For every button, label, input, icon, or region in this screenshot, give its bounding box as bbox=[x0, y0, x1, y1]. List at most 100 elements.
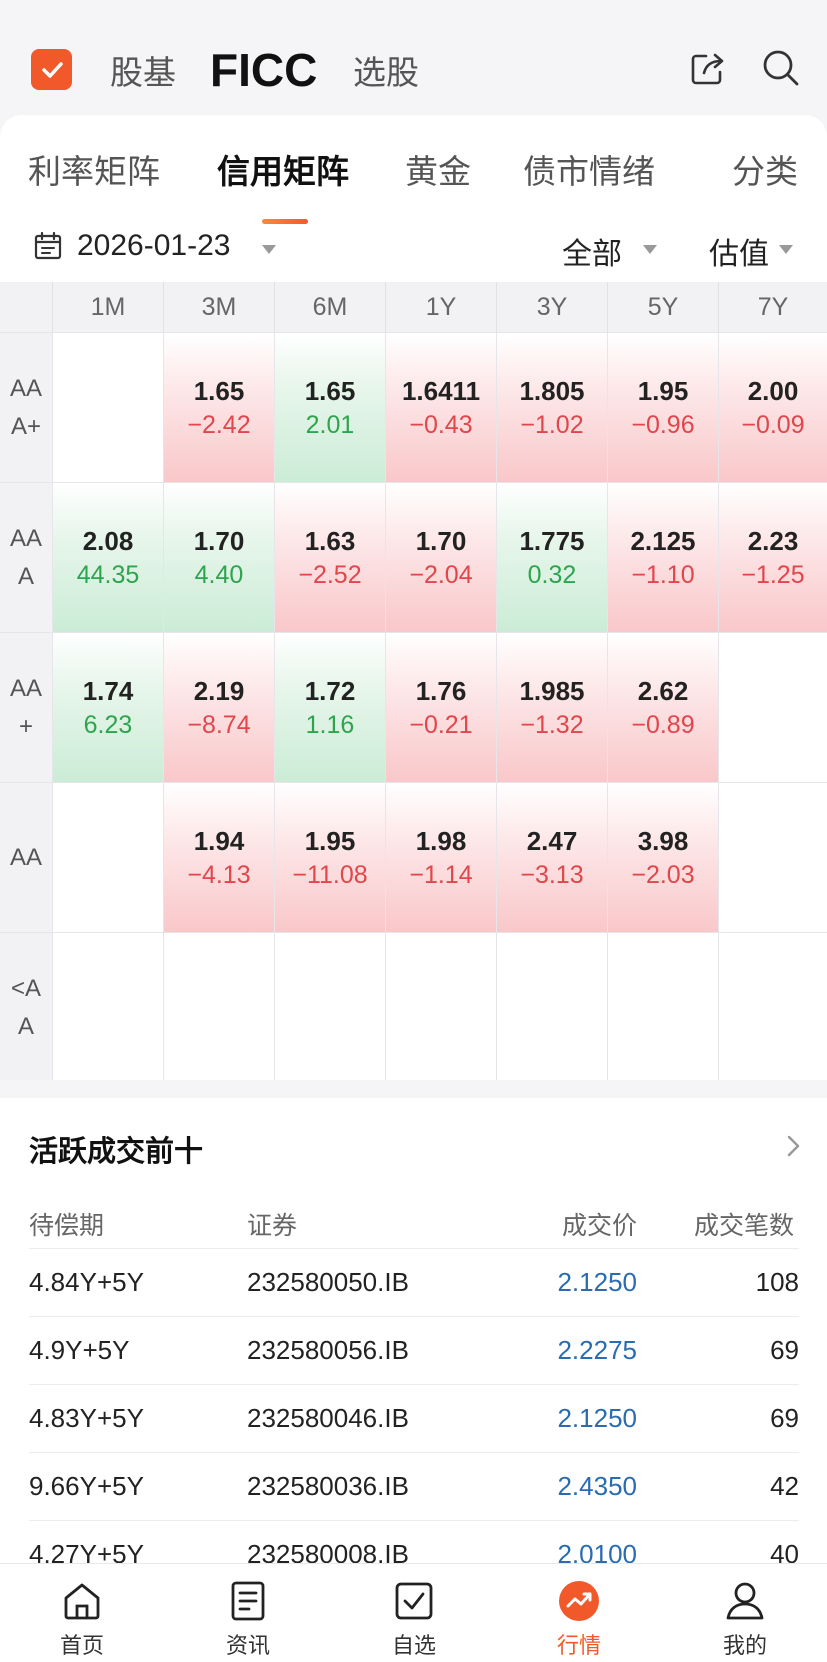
share-icon[interactable] bbox=[686, 46, 730, 90]
col-header-1m: 1M bbox=[52, 282, 163, 332]
scope-filter[interactable]: 全部 bbox=[562, 229, 622, 273]
cell-change: 0.32 bbox=[527, 561, 577, 589]
rating-label-text: AA + bbox=[10, 670, 42, 746]
nav-label: 资讯 bbox=[225, 1634, 270, 1659]
trade-security: 232580050.IB bbox=[247, 1267, 409, 1297]
cell-yield: 2.62 bbox=[637, 676, 689, 706]
chevron-right-icon[interactable] bbox=[786, 1134, 802, 1158]
cell-change: 44.35 bbox=[76, 561, 140, 589]
nav-watchlist[interactable]: 自选 bbox=[354, 1564, 474, 1662]
metric-dropdown-caret-icon[interactable] bbox=[779, 245, 793, 254]
scope-dropdown-caret-icon[interactable] bbox=[643, 245, 657, 254]
date-selector[interactable]: 2026-01-23 bbox=[77, 229, 230, 263]
matrix-cell[interactable]: 2.62 −0.89 bbox=[607, 633, 718, 783]
tab-ficc[interactable]: FICC bbox=[210, 43, 317, 97]
nav-news[interactable]: 资讯 bbox=[188, 1564, 308, 1662]
main-panel: 利率矩阵 信用矩阵 黄金 债市情绪 分类 2026-01-23 全部 估值 1M… bbox=[0, 115, 827, 1662]
search-icon[interactable] bbox=[759, 46, 803, 90]
trade-term: 4.83Y+5Y bbox=[29, 1403, 144, 1433]
matrix-cell[interactable]: 1.775 0.32 bbox=[496, 483, 607, 633]
cell-change: 1.16 bbox=[305, 711, 355, 739]
trade-row[interactable]: 4.83Y+5Y 232580046.IB 2.1250 69 bbox=[29, 1384, 799, 1456]
rating-label-line1: AA bbox=[9, 375, 42, 402]
matrix-cell[interactable]: 1.95 −11.08 bbox=[274, 783, 385, 933]
rating-label: <A A bbox=[0, 933, 52, 1083]
rating-label-line1: AA bbox=[9, 675, 42, 702]
col-header-3y: 3Y bbox=[496, 282, 607, 332]
matrix-cell[interactable]: 1.72 1.16 bbox=[274, 633, 385, 783]
trade-row[interactable]: 4.84Y+5Y 232580050.IB 2.1250 108 bbox=[29, 1248, 799, 1320]
filter-row: 2026-01-23 全部 估值 bbox=[0, 215, 827, 285]
matrix-cell[interactable]: 2.125 −1.10 bbox=[607, 483, 718, 633]
trade-security: 232580056.IB bbox=[247, 1335, 409, 1365]
tab-bond-sentiment[interactable]: 债市情绪 bbox=[523, 145, 655, 193]
rating-label-line1: AA bbox=[9, 525, 42, 552]
matrix-cell bbox=[385, 933, 496, 1083]
tab-rate-matrix[interactable]: 利率矩阵 bbox=[28, 145, 160, 193]
matrix-cell[interactable]: 1.70 4.40 bbox=[163, 483, 274, 633]
sub-tabs: 利率矩阵 信用矩阵 黄金 债市情绪 分类 bbox=[0, 145, 827, 224]
matrix-cell[interactable]: 2.23 −1.25 bbox=[718, 483, 827, 633]
news-icon bbox=[231, 1581, 265, 1621]
rating-label-line2: A+ bbox=[10, 413, 41, 440]
section-title[interactable]: 活跃成交前十 bbox=[29, 1128, 203, 1170]
checkmark-icon bbox=[41, 61, 63, 78]
trade-row[interactable]: 9.66Y+5Y 232580036.IB 2.4350 42 bbox=[29, 1452, 799, 1524]
nav-market[interactable]: 行情 bbox=[519, 1564, 639, 1662]
matrix-cell[interactable]: 2.08 44.35 bbox=[52, 483, 163, 633]
tab-gold[interactable]: 黄金 bbox=[405, 145, 471, 193]
matrix-cell[interactable]: 1.94 −4.13 bbox=[163, 783, 274, 933]
matrix-cell[interactable]: 3.98 −2.03 bbox=[607, 783, 718, 933]
date-dropdown-caret-icon[interactable] bbox=[262, 245, 276, 254]
matrix-cell[interactable]: 1.985 −1.32 bbox=[496, 633, 607, 783]
matrix-cell[interactable]: 1.95 −0.96 bbox=[607, 333, 718, 483]
nav-label: 行情 bbox=[556, 1634, 601, 1659]
trade-price: 2.1250 bbox=[557, 1403, 637, 1433]
cell-change: −8.74 bbox=[187, 711, 251, 739]
cell-change: −11.08 bbox=[292, 861, 368, 889]
matrix-cell[interactable]: 2.00 −0.09 bbox=[718, 333, 827, 483]
trade-row[interactable]: 4.9Y+5Y 232580056.IB 2.2275 69 bbox=[29, 1316, 799, 1388]
matrix-cell bbox=[52, 783, 163, 933]
nav-profile[interactable]: 我的 bbox=[685, 1564, 805, 1662]
matrix-cell[interactable]: 1.63 −2.52 bbox=[274, 483, 385, 633]
matrix-cell[interactable]: 1.76 −0.21 bbox=[385, 633, 496, 783]
matrix-cell[interactable]: 1.74 6.23 bbox=[52, 633, 163, 783]
matrix-cell bbox=[163, 933, 274, 1083]
cell-change: −0.09 bbox=[741, 411, 805, 439]
tab-credit-matrix[interactable]: 信用矩阵 bbox=[217, 145, 349, 193]
cell-change: −2.52 bbox=[298, 561, 362, 589]
matrix-cell[interactable]: 2.19 −8.74 bbox=[163, 633, 274, 783]
cell-yield: 1.74 bbox=[82, 676, 134, 706]
cell-change: −1.25 bbox=[741, 561, 805, 589]
matrix-cell[interactable]: 1.6411 −0.43 bbox=[385, 333, 496, 483]
cell-yield: 2.00 bbox=[747, 376, 799, 406]
cell-yield: 1.76 bbox=[415, 676, 467, 706]
tab-category[interactable]: 分类 bbox=[732, 145, 798, 193]
col-header-3m: 3M bbox=[163, 282, 274, 332]
matrix-cell[interactable]: 2.47 −3.13 bbox=[496, 783, 607, 933]
cell-yield: 2.19 bbox=[193, 676, 245, 706]
calendar-icon[interactable] bbox=[33, 231, 63, 261]
nav-home[interactable]: 首页 bbox=[22, 1564, 142, 1662]
matrix-cell[interactable]: 1.805 −1.02 bbox=[496, 333, 607, 483]
nav-label: 我的 bbox=[722, 1634, 767, 1659]
cell-change: −1.02 bbox=[520, 411, 584, 439]
cell-yield: 1.70 bbox=[415, 526, 467, 556]
tab-stock-picker[interactable]: 选股 bbox=[353, 46, 419, 94]
trade-count: 69 bbox=[770, 1403, 799, 1433]
cell-change: −0.21 bbox=[409, 711, 473, 739]
matrix-cell[interactable]: 1.65 2.01 bbox=[274, 333, 385, 483]
col-header-term: 待偿期 bbox=[29, 1211, 105, 1240]
matrix-cell[interactable]: 1.98 −1.14 bbox=[385, 783, 496, 933]
col-header-price: 成交价 bbox=[562, 1211, 638, 1240]
matrix-cell bbox=[52, 333, 163, 483]
rating-label: AA A bbox=[0, 483, 52, 633]
top-bar: 股基 FICC 选股 bbox=[0, 0, 827, 115]
matrix-cell[interactable]: 1.65 −2.42 bbox=[163, 333, 274, 483]
metric-filter[interactable]: 估值 bbox=[709, 229, 769, 273]
rating-label-line2: A bbox=[17, 563, 34, 590]
tab-stocks-funds[interactable]: 股基 bbox=[110, 46, 176, 94]
matrix-cell[interactable]: 1.70 −2.04 bbox=[385, 483, 496, 633]
cell-change: −4.13 bbox=[187, 861, 251, 889]
